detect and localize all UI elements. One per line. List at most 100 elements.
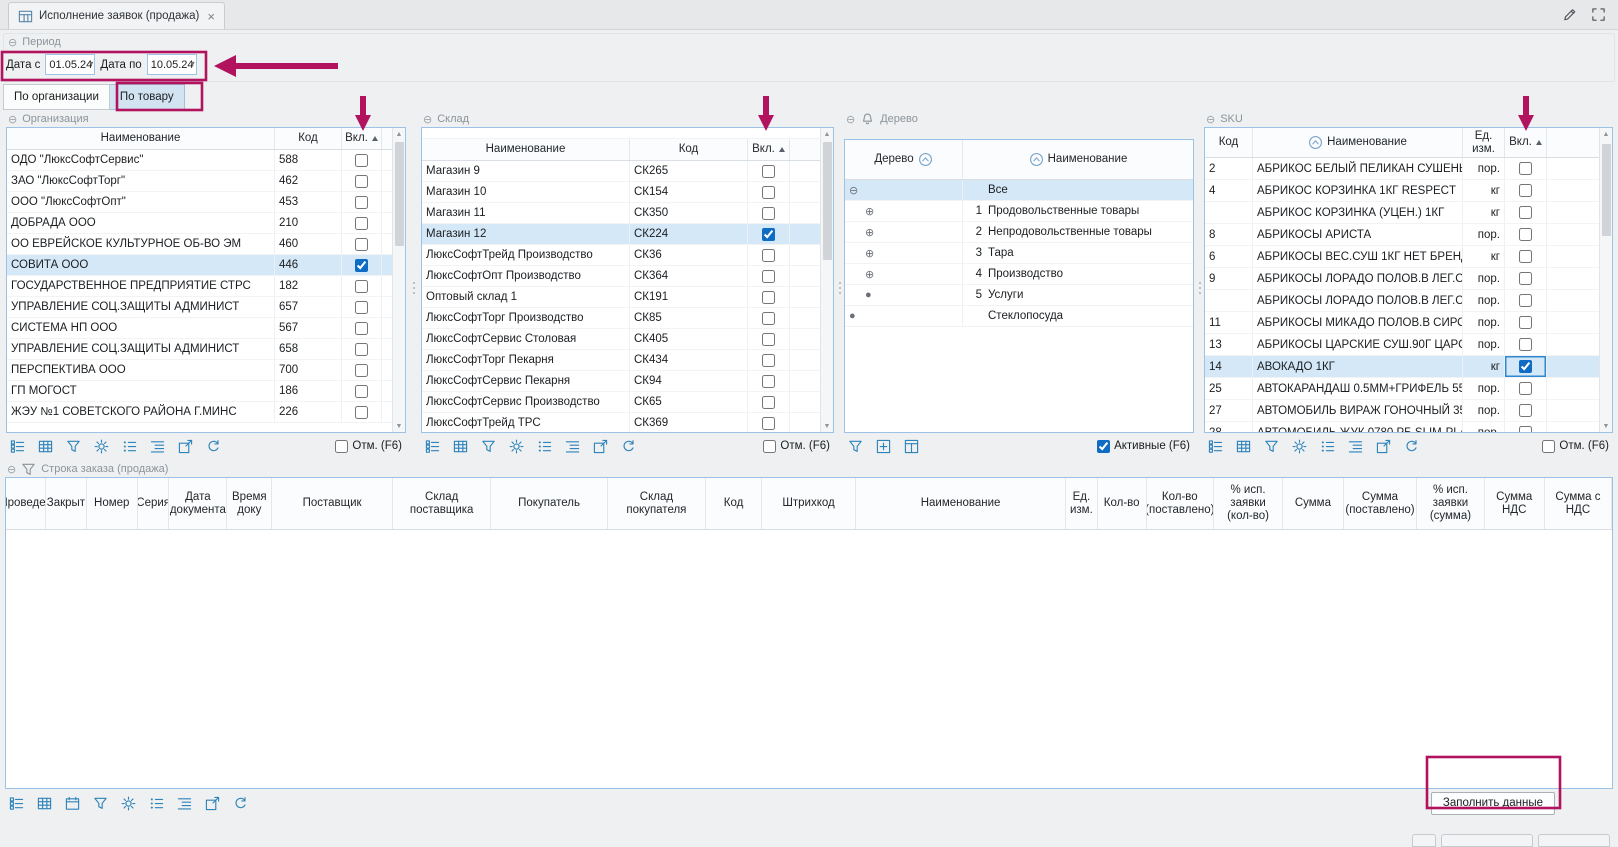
panel-splitter[interactable] <box>837 120 842 456</box>
orderlines-column-header[interactable]: Наименование <box>856 478 1066 529</box>
add-node-icon[interactable] <box>876 439 891 454</box>
warehouse-footer-toggle[interactable]: Отм. (F6) <box>763 440 830 453</box>
include-checkbox[interactable] <box>355 196 368 209</box>
sku-row[interactable]: 6 АБРИКОСЫ ВЕС.СУШ 1КГ НЕТ БРЕНДА кг <box>1205 246 1599 268</box>
sku-row[interactable]: 9 АБРИКОСЫ ЛОРАДО ПОЛОВ.В ЛЕГ.СИР. 4 пор… <box>1205 268 1599 290</box>
settings-gear-icon[interactable] <box>94 439 109 454</box>
warehouse-row[interactable]: ЛюксСофтСервис Столовая СК405 <box>422 329 820 350</box>
column-header-incl[interactable]: Вкл. <box>748 139 790 160</box>
include-checkbox[interactable] <box>1519 338 1532 351</box>
organization-row[interactable]: СИСТЕМА НП ООО 567 <box>7 318 392 339</box>
filter-icon[interactable] <box>848 439 863 454</box>
include-checkbox[interactable] <box>355 238 368 251</box>
include-checkbox[interactable] <box>762 312 775 325</box>
grid-settings-icon[interactable] <box>38 439 53 454</box>
orderlines-column-header[interactable]: Склад поставщика <box>393 478 491 529</box>
form-tab[interactable]: Исполнение заявок (продажа) × <box>8 2 225 29</box>
orderlines-column-header[interactable]: Покупатель <box>491 478 607 529</box>
include-checkbox[interactable] <box>762 354 775 367</box>
include-checkbox[interactable] <box>1519 382 1532 395</box>
refresh-icon[interactable] <box>621 439 636 454</box>
include-checkbox[interactable] <box>762 186 775 199</box>
warehouse-row[interactable]: Магазин 11 СК350 <box>422 203 820 224</box>
active-checkbox[interactable] <box>1097 440 1110 453</box>
tree-row[interactable]: ⊖ Все <box>845 180 1193 201</box>
include-checkbox[interactable] <box>355 322 368 335</box>
orderlines-column-header[interactable]: % исп. заявки (кол-во) <box>1214 478 1283 529</box>
orderlines-column-header[interactable]: Сумма НДС <box>1485 478 1545 529</box>
organization-row[interactable]: ДОБРАДА ООО 210 <box>7 213 392 234</box>
tree-expand-icon[interactable]: ⊕ <box>865 268 879 281</box>
orderlines-column-header[interactable]: Поставщик <box>272 478 393 529</box>
orderlines-column-header[interactable]: Сумма <box>1283 478 1343 529</box>
organization-row[interactable]: УПРАВЛЕНИЕ СОЦ.ЗАЩИТЫ АДМИНИСТ 657 <box>7 297 392 318</box>
orderlines-column-header[interactable]: Серия <box>138 478 169 529</box>
refresh-icon[interactable] <box>206 439 221 454</box>
warehouse-row[interactable]: ЛюксСофтОпт Производство СК364 <box>422 266 820 287</box>
panel-splitter[interactable] <box>411 120 416 456</box>
scrollbar-thumb[interactable] <box>395 142 404 246</box>
column-header-name[interactable]: Наименование <box>7 128 275 149</box>
collapse-icon[interactable]: ⊖ <box>1206 113 1215 126</box>
scroll-up-icon[interactable]: ▲ <box>821 128 833 140</box>
group-list-icon[interactable] <box>565 439 580 454</box>
include-checkbox[interactable] <box>1519 206 1532 219</box>
orderlines-column-header[interactable]: Проведен <box>6 478 46 529</box>
orderlines-column-header[interactable]: Дата документа <box>169 478 227 529</box>
include-checkbox[interactable] <box>1519 184 1532 197</box>
include-checkbox[interactable] <box>355 259 368 272</box>
tree-expand-icon[interactable]: ⊕ <box>865 226 879 239</box>
filter-icon[interactable] <box>481 439 496 454</box>
column-header-code[interactable]: Код <box>630 139 748 160</box>
grid-settings-icon[interactable] <box>37 796 52 811</box>
tab-by-product[interactable]: По товару <box>110 84 185 110</box>
warehouse-row[interactable]: ЛюксСофтТрейд ТРС СК369 <box>422 413 820 433</box>
tree-row[interactable]: ⊕ 2 Непродовольственные товары <box>845 222 1193 243</box>
warehouse-row[interactable]: Оптовый склад 1 СК191 <box>422 287 820 308</box>
settings-gear-icon[interactable] <box>1292 439 1307 454</box>
sort-circle-icon[interactable] <box>1029 152 1044 167</box>
scrollbar-thumb[interactable] <box>823 142 832 260</box>
panel-splitter[interactable] <box>1197 120 1202 456</box>
organization-row[interactable]: ОДО "ЛюксСофтСервис" 588 <box>7 150 392 171</box>
include-checkbox[interactable] <box>762 249 775 262</box>
include-checkbox[interactable] <box>355 175 368 188</box>
calendar-dropdown-icon[interactable]: ▾ <box>191 59 195 68</box>
include-checkbox[interactable] <box>1519 316 1532 329</box>
orderlines-column-header[interactable]: Сумма (поставлено) <box>1344 478 1418 529</box>
column-header-name[interactable]: Наименование <box>422 139 630 160</box>
export-icon[interactable] <box>205 796 220 811</box>
sku-row[interactable]: 13 АБРИКОСЫ ЦАРСКИЕ СУШ.90Г ЦАРСКИЕ пор. <box>1205 334 1599 356</box>
scroll-up-icon[interactable]: ▲ <box>393 128 405 140</box>
sort-circle-icon[interactable] <box>1308 135 1323 150</box>
numbered-list-icon[interactable] <box>122 439 137 454</box>
orderlines-column-header[interactable]: % исп. заявки (сумма) <box>1417 478 1484 529</box>
include-checkbox[interactable] <box>355 280 368 293</box>
sku-row[interactable]: 11 АБРИКОСЫ МИКАДО ПОЛОВ.В СИРОПЕ 8 пор. <box>1205 312 1599 334</box>
orderlines-column-header[interactable]: Склад покупателя <box>608 478 706 529</box>
tree-row[interactable]: ⊕ 3 Тара <box>845 243 1193 264</box>
organization-row[interactable]: ООО "ЛюксСофтОпт" 453 <box>7 192 392 213</box>
orderlines-column-header[interactable]: Сумма с НДС <box>1545 478 1612 529</box>
include-checkbox[interactable] <box>1519 272 1532 285</box>
organization-row[interactable]: ЖЭУ №1 СОВЕТСКОГО РАЙОНА Г.МИНС 226 <box>7 402 392 423</box>
sku-row[interactable]: АБРИКОС КОРЗИНКА (УЦЕН.) 1КГ кг <box>1205 202 1599 224</box>
calendar-dropdown-icon[interactable]: ▾ <box>89 59 93 68</box>
tree-row[interactable]: ● 5 Услуги <box>845 285 1193 306</box>
calendar-icon[interactable] <box>65 796 80 811</box>
include-checkbox[interactable] <box>762 207 775 220</box>
orderlines-column-header[interactable]: Время доку <box>227 478 272 529</box>
sku-row[interactable]: 4 АБРИКОС КОРЗИНКА 1КГ RESPECT кг <box>1205 180 1599 202</box>
warehouse-row[interactable]: ЛюксСофтСервис Производство СК65 <box>422 392 820 413</box>
export-icon[interactable] <box>1376 439 1391 454</box>
column-header-incl[interactable]: Вкл. <box>342 128 382 149</box>
tree-row[interactable]: ● Стеклопосуда <box>845 306 1193 327</box>
partial-button[interactable] <box>1538 834 1610 847</box>
export-icon[interactable] <box>178 439 193 454</box>
include-checkbox[interactable] <box>1519 250 1532 263</box>
numbered-list-icon[interactable] <box>1320 439 1335 454</box>
warehouse-row[interactable]: ЛюксСофтТорг Пекарня СК434 <box>422 350 820 371</box>
vertical-scrollbar[interactable]: ▲ ▼ <box>1599 128 1612 432</box>
sku-row[interactable]: 28 АВТОМОБИЛЬ ЖУК 0780 РБ SLIM-PLAST пор… <box>1205 422 1599 433</box>
group-list-icon[interactable] <box>1348 439 1363 454</box>
